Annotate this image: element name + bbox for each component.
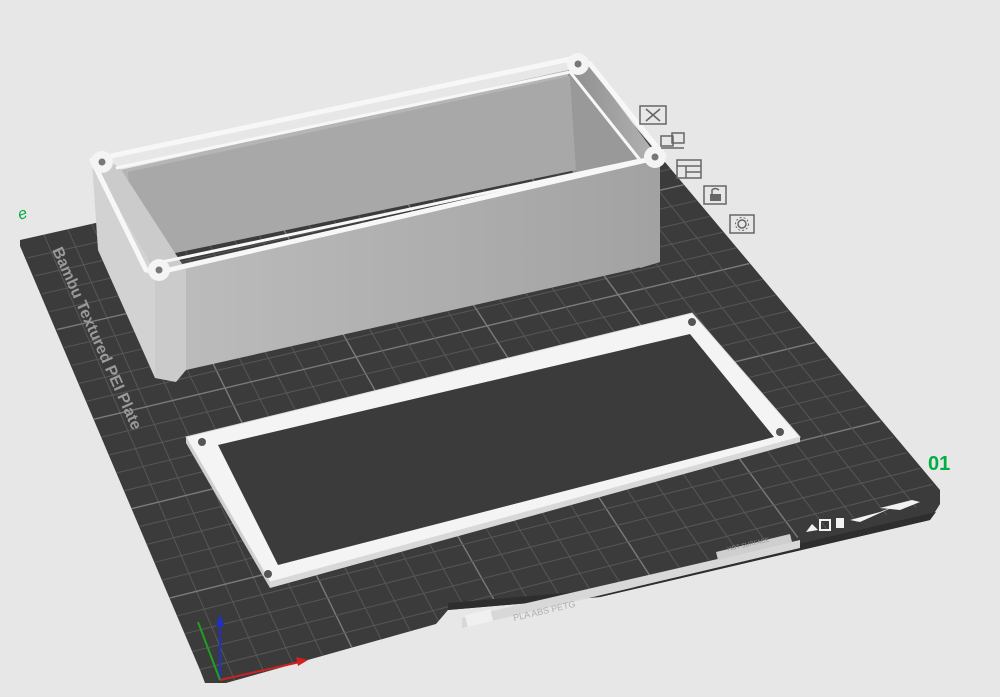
plate-grid-badge-icon bbox=[464, 609, 494, 627]
lock-icon[interactable] bbox=[700, 184, 730, 206]
close-plate-icon[interactable] bbox=[638, 104, 668, 126]
settings-icon[interactable] bbox=[726, 213, 756, 235]
3d-viewport[interactable]: Bambu Textured PEI Plate PLA ABS PETG HO… bbox=[0, 0, 1000, 697]
plate-number[interactable]: 01 bbox=[928, 453, 950, 475]
plate-edit-mark[interactable]: e bbox=[16, 205, 30, 224]
auto-arrange-icon[interactable] bbox=[658, 130, 688, 152]
orient-icon[interactable] bbox=[674, 158, 704, 180]
